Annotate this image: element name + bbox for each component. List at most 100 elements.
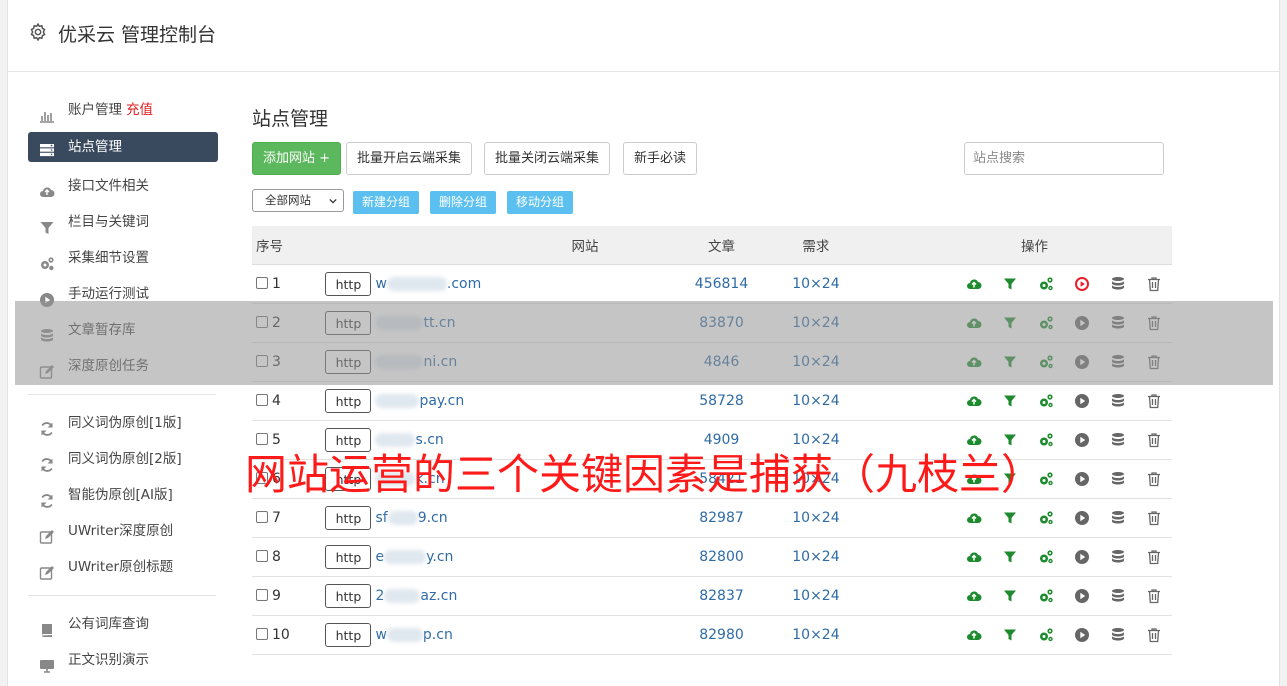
play-icon[interactable]	[1064, 510, 1100, 526]
new-group-button[interactable]: 新建分组	[353, 191, 420, 214]
site-search-input[interactable]	[964, 142, 1164, 175]
gears-icon[interactable]	[1028, 393, 1064, 409]
demand-link[interactable]: 10×24	[792, 627, 839, 643]
article-count-link[interactable]: 82980	[699, 627, 744, 643]
article-count-link[interactable]: 83870	[699, 315, 744, 331]
row-checkbox[interactable]	[256, 354, 268, 367]
sidebar-item-items3-1[interactable]: 正文识别演示	[28, 642, 218, 678]
play-icon[interactable]	[1064, 354, 1100, 370]
database-icon[interactable]	[1100, 393, 1136, 409]
site-domain-link[interactable]: w p.cn	[375, 627, 452, 643]
site-domain-link[interactable]: pay.cn	[375, 393, 464, 409]
site-domain-link[interactable]: sf 9.cn	[375, 510, 447, 526]
sidebar-item-items2-2[interactable]: 智能伪原创[AI版]	[28, 477, 218, 513]
database-icon[interactable]	[1100, 432, 1136, 448]
filter-icon[interactable]	[992, 627, 1028, 643]
delete-group-button[interactable]: 删除分组	[430, 191, 497, 214]
row-checkbox[interactable]	[256, 588, 268, 601]
article-count-link[interactable]: 82837	[699, 588, 744, 604]
demand-link[interactable]: 10×24	[792, 354, 839, 370]
database-icon[interactable]	[1100, 510, 1136, 526]
sidebar-item-items-4[interactable]: 采集细节设置	[28, 240, 218, 276]
play-icon[interactable]	[1064, 471, 1100, 487]
site-domain-link[interactable]: tt.cn	[375, 315, 455, 331]
row-checkbox[interactable]	[256, 276, 268, 289]
sidebar-item-items-5[interactable]: 手动运行测试	[28, 276, 218, 312]
article-count-link[interactable]: 58728	[699, 393, 744, 409]
database-icon[interactable]	[1100, 627, 1136, 643]
cloud-upload-icon[interactable]	[956, 315, 992, 331]
article-count-link[interactable]: 456814	[695, 276, 748, 292]
trash-icon[interactable]	[1136, 354, 1172, 370]
gears-icon[interactable]	[1028, 315, 1064, 331]
demand-link[interactable]: 10×24	[792, 393, 839, 409]
play-icon[interactable]	[1064, 549, 1100, 565]
play-icon[interactable]	[1064, 588, 1100, 604]
move-group-button[interactable]: 移动分组	[507, 191, 574, 214]
article-count-link[interactable]: 82800	[699, 549, 744, 565]
site-domain-link[interactable]: ni.cn	[375, 354, 457, 370]
recharge-link[interactable]: 充值	[126, 102, 153, 118]
filter-icon[interactable]	[992, 549, 1028, 565]
demand-link[interactable]: 10×24	[792, 276, 839, 292]
filter-icon[interactable]	[992, 354, 1028, 370]
trash-icon[interactable]	[1136, 471, 1172, 487]
cloud-upload-icon[interactable]	[956, 393, 992, 409]
row-checkbox[interactable]	[256, 393, 268, 406]
filter-icon[interactable]	[992, 393, 1028, 409]
cloud-upload-icon[interactable]	[956, 510, 992, 526]
sidebar-item-items2-0[interactable]: 同义词伪原创[1版]	[28, 405, 218, 441]
site-domain-link[interactable]: 2 az.cn	[375, 588, 457, 604]
play-icon[interactable]	[1064, 393, 1100, 409]
trash-icon[interactable]	[1136, 627, 1172, 643]
trash-icon[interactable]	[1136, 276, 1172, 292]
sidebar-item-items2-1[interactable]: 同义词伪原创[2版]	[28, 441, 218, 477]
sidebar-item-items-7[interactable]: 深度原创任务	[28, 348, 218, 384]
site-domain-link[interactable]: w .com	[375, 276, 481, 292]
filter-icon[interactable]	[992, 315, 1028, 331]
play-icon[interactable]	[1064, 432, 1100, 448]
cloud-upload-icon[interactable]	[956, 354, 992, 370]
demand-link[interactable]: 10×24	[792, 549, 839, 565]
trash-icon[interactable]	[1136, 510, 1172, 526]
demand-link[interactable]: 10×24	[792, 315, 839, 331]
sidebar-item-items-6[interactable]: 文章暂存库	[28, 312, 218, 348]
gears-icon[interactable]	[1028, 510, 1064, 526]
database-icon[interactable]	[1100, 276, 1136, 292]
trash-icon[interactable]	[1136, 588, 1172, 604]
filter-icon[interactable]	[992, 276, 1028, 292]
guide-button[interactable]: 新手必读	[623, 142, 698, 175]
article-count-link[interactable]: 4846	[704, 354, 740, 370]
play-icon[interactable]	[1064, 627, 1100, 643]
gears-icon[interactable]	[1028, 549, 1064, 565]
trash-icon[interactable]	[1136, 393, 1172, 409]
sidebar-item-items-0[interactable]: 账户管理 充值	[28, 92, 218, 128]
sidebar-item-items2-3[interactable]: UWriter深度原创	[28, 513, 218, 549]
gears-icon[interactable]	[1028, 588, 1064, 604]
database-icon[interactable]	[1100, 588, 1136, 604]
play-icon[interactable]	[1064, 315, 1100, 331]
database-icon[interactable]	[1100, 549, 1136, 565]
trash-icon[interactable]	[1136, 315, 1172, 331]
batch-close-button[interactable]: 批量关闭云端采集	[484, 142, 611, 175]
filter-icon[interactable]	[992, 588, 1028, 604]
site-domain-link[interactable]: e y.cn	[375, 549, 453, 565]
play-icon[interactable]	[1064, 276, 1100, 292]
article-count-link[interactable]: 82987	[699, 510, 744, 526]
gears-icon[interactable]	[1028, 354, 1064, 370]
trash-icon[interactable]	[1136, 432, 1172, 448]
sidebar-item-items3-0[interactable]: 公有词库查询	[28, 606, 218, 642]
sidebar-item-items2-4[interactable]: UWriter原创标题	[28, 549, 218, 585]
row-checkbox[interactable]	[256, 315, 268, 328]
gears-icon[interactable]	[1028, 627, 1064, 643]
row-checkbox[interactable]	[256, 627, 268, 640]
database-icon[interactable]	[1100, 471, 1136, 487]
group-select[interactable]: 全部网站	[252, 189, 344, 212]
trash-icon[interactable]	[1136, 549, 1172, 565]
cloud-upload-icon[interactable]	[956, 588, 992, 604]
sidebar-item-items-2[interactable]: 接口文件相关	[28, 168, 218, 204]
cloud-upload-icon[interactable]	[956, 627, 992, 643]
filter-icon[interactable]	[992, 510, 1028, 526]
demand-link[interactable]: 10×24	[792, 588, 839, 604]
gears-icon[interactable]	[1028, 276, 1064, 292]
